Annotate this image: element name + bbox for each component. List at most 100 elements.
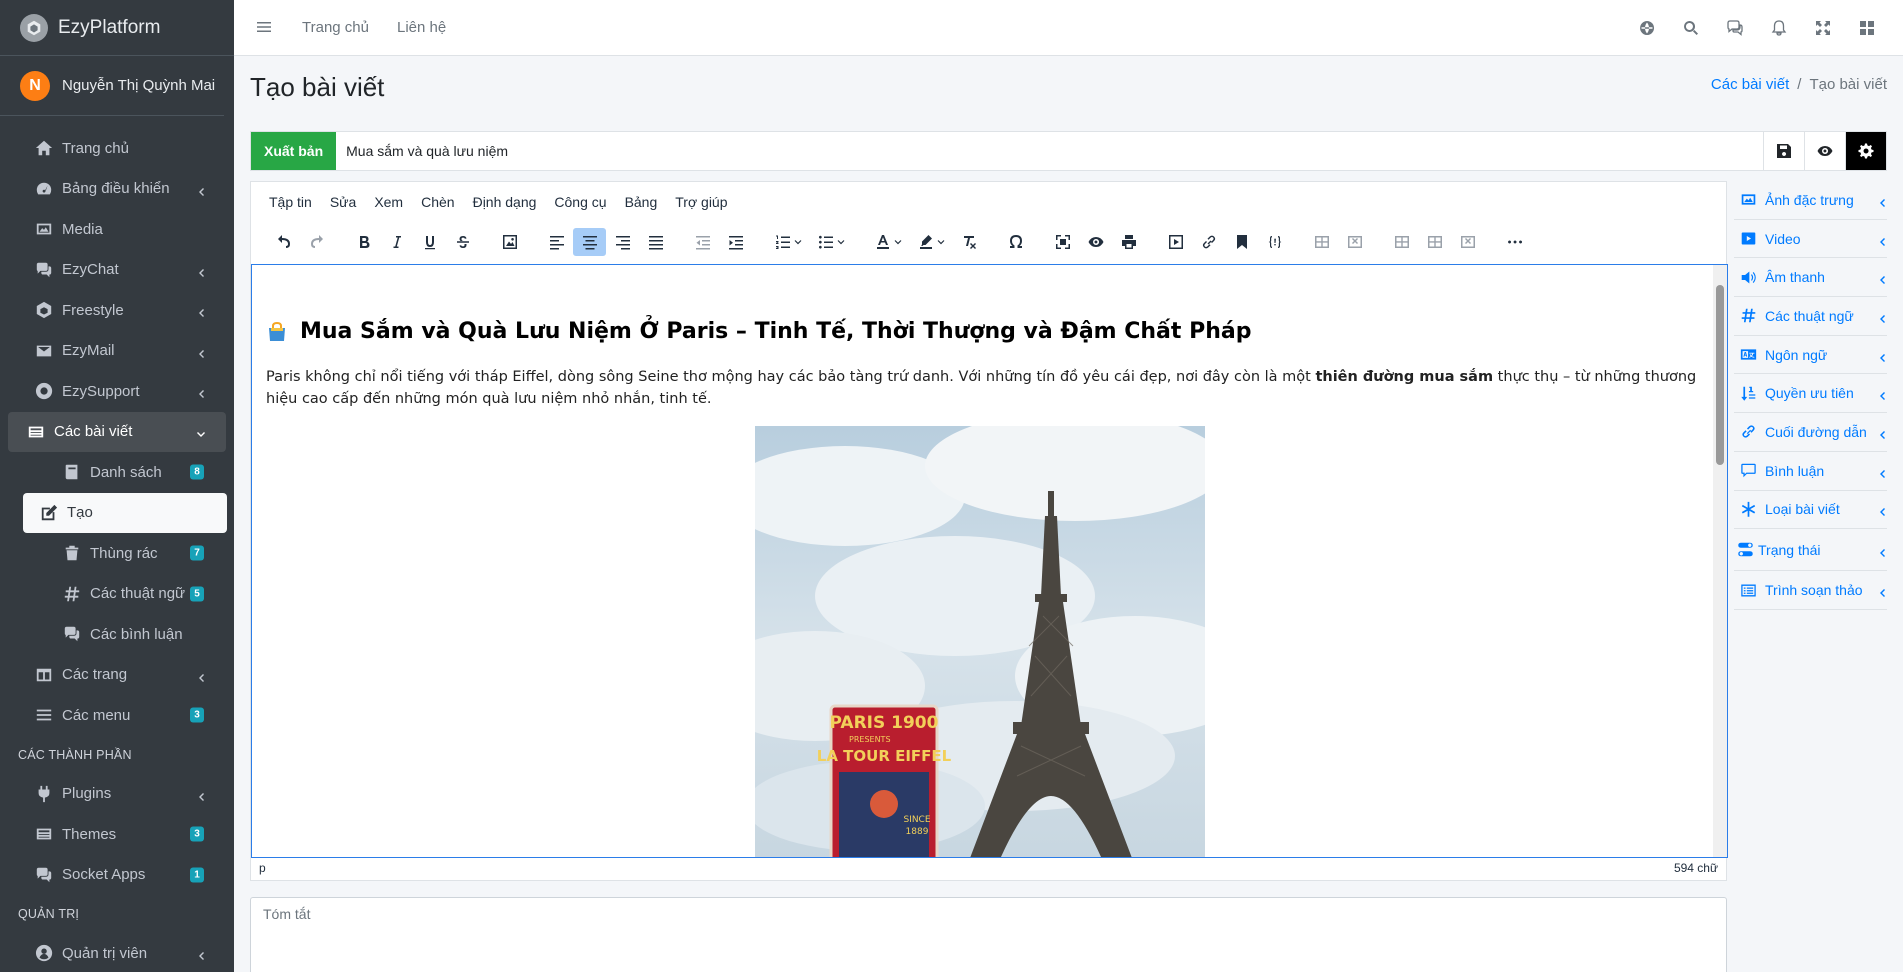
sidebar-item-dashboard[interactable]: Bảng điều khiển bbox=[8, 169, 226, 210]
sidebar-item-socket-apps[interactable]: Socket Apps 1 bbox=[8, 855, 226, 896]
apps-grid-icon[interactable] bbox=[1845, 20, 1889, 36]
user-panel[interactable]: N Nguyễn Thị Quỳnh Mai bbox=[0, 56, 224, 116]
table-delete-cell-icon[interactable] bbox=[1451, 228, 1484, 256]
align-center-icon[interactable] bbox=[573, 228, 606, 256]
print-icon[interactable] bbox=[1112, 228, 1145, 256]
fullscreen-icon[interactable] bbox=[1046, 228, 1079, 256]
topnav-home-link[interactable]: Trang chủ bbox=[302, 19, 369, 36]
sidebar-item-pages[interactable]: Các trang bbox=[8, 655, 226, 696]
align-right-icon[interactable] bbox=[606, 228, 639, 256]
settings-button[interactable] bbox=[1845, 132, 1886, 170]
align-left-icon[interactable] bbox=[540, 228, 573, 256]
word-count[interactable]: 594 chữ bbox=[1674, 861, 1718, 875]
link-icon[interactable] bbox=[1192, 228, 1225, 256]
sidebar-item-plugins[interactable]: Plugins bbox=[8, 774, 226, 815]
sidebar-item-label: Freestyle bbox=[62, 301, 124, 319]
option-video[interactable]: Video bbox=[1734, 220, 1887, 259]
menu-insert[interactable]: Chèn bbox=[421, 194, 454, 210]
bold-icon[interactable] bbox=[347, 228, 380, 256]
table-insert-column-icon[interactable] bbox=[1418, 228, 1451, 256]
option-editor[interactable]: Trình soạn thảo bbox=[1734, 571, 1887, 610]
option-comments[interactable]: Bình luận bbox=[1734, 452, 1887, 491]
option-slug[interactable]: Cuối đường dẫn bbox=[1734, 413, 1887, 452]
sidebar-item-ezymail[interactable]: EzyMail bbox=[8, 331, 226, 372]
option-audio[interactable]: Âm thanh bbox=[1734, 258, 1887, 298]
sidebar-item-terms[interactable]: Các thuật ngữ 5 bbox=[22, 574, 226, 615]
menu-toggle-icon[interactable] bbox=[256, 19, 274, 37]
underline-icon[interactable] bbox=[413, 228, 446, 256]
clear-formatting-icon[interactable] bbox=[952, 228, 985, 256]
sidebar-item-trash[interactable]: Thùng rác 7 bbox=[22, 533, 226, 574]
sidebar-item-ezysupport[interactable]: EzySupport bbox=[8, 371, 226, 412]
italic-icon[interactable] bbox=[380, 228, 413, 256]
brand-name: EzyPlatform bbox=[58, 16, 161, 38]
messages-icon[interactable] bbox=[1713, 20, 1757, 36]
option-priority[interactable]: Quyền ưu tiên bbox=[1734, 374, 1887, 414]
table-icon[interactable] bbox=[1305, 228, 1338, 256]
summary-textarea[interactable]: Tóm tắt bbox=[250, 897, 1727, 972]
brand[interactable]: EzyPlatform bbox=[0, 0, 234, 56]
delete-table-icon[interactable] bbox=[1338, 228, 1371, 256]
topnav-contact-link[interactable]: Liên hệ bbox=[397, 19, 446, 36]
undo-icon[interactable] bbox=[267, 228, 300, 256]
sidebar-item-post-list[interactable]: Danh sách 8 bbox=[22, 452, 226, 493]
sidebar-item-freestyle[interactable]: Freestyle bbox=[8, 290, 226, 331]
menu-format[interactable]: Định dạng bbox=[473, 194, 537, 210]
strikethrough-icon[interactable] bbox=[446, 228, 479, 256]
sidebar-item-home[interactable]: Trang chủ bbox=[8, 128, 226, 169]
bell-icon[interactable] bbox=[1757, 20, 1801, 36]
sidebar-item-create[interactable]: Tạo bbox=[23, 492, 227, 533]
sidebar-item-administrators[interactable]: Quản trị viên bbox=[8, 933, 226, 972]
publish-button[interactable]: Xuất bản bbox=[251, 132, 337, 170]
option-post-type[interactable]: Loại bài viết bbox=[1734, 491, 1887, 530]
preview-icon[interactable] bbox=[1079, 228, 1112, 256]
option-terms[interactable]: Các thuật ngữ bbox=[1734, 297, 1887, 336]
sidebar-item-label: Bảng điều khiển bbox=[62, 180, 170, 198]
menu-view[interactable]: Xem bbox=[374, 194, 403, 210]
numbered-list-icon[interactable] bbox=[766, 228, 809, 256]
post-title-input[interactable] bbox=[336, 132, 1763, 170]
table-insert-row-icon[interactable] bbox=[1385, 228, 1418, 256]
option-status[interactable]: Trạng thái bbox=[1734, 529, 1887, 572]
fullscreen-icon[interactable] bbox=[1801, 20, 1845, 36]
sidebar-item-label: Quản trị viên bbox=[62, 944, 148, 962]
save-button[interactable] bbox=[1763, 132, 1804, 170]
indent-icon[interactable] bbox=[719, 228, 752, 256]
insert-image-icon[interactable] bbox=[493, 228, 526, 256]
sidebar-item-comments[interactable]: Các bình luận bbox=[22, 614, 226, 655]
code-sample-icon[interactable] bbox=[1258, 228, 1291, 256]
insert-media-icon[interactable] bbox=[1159, 228, 1192, 256]
outdent-icon[interactable] bbox=[686, 228, 719, 256]
eiffel-tower-image[interactable]: PARIS 1900 PRESENTS LA TOUR EIFFEL SINCE… bbox=[755, 426, 1205, 858]
menu-edit[interactable]: Sửa bbox=[330, 194, 357, 210]
bullet-list-icon[interactable] bbox=[809, 228, 852, 256]
search-icon[interactable] bbox=[1669, 20, 1713, 36]
preview-button[interactable] bbox=[1804, 132, 1845, 170]
text-color-icon[interactable] bbox=[866, 228, 909, 256]
option-featured-image[interactable]: Ảnh đặc trưng bbox=[1734, 181, 1887, 220]
sidebar-item-media[interactable]: Media bbox=[8, 209, 226, 250]
special-character-icon[interactable] bbox=[999, 228, 1032, 256]
breadcrumb-parent-link[interactable]: Các bài viết bbox=[1711, 76, 1789, 93]
menu-help[interactable]: Trợ giúp bbox=[675, 194, 727, 210]
sidebar-item-posts[interactable]: Các bài viết bbox=[8, 411, 226, 452]
sidebar-item-themes[interactable]: Themes 3 bbox=[8, 814, 226, 855]
sidebar-item-menus[interactable]: Các menu 3 bbox=[8, 695, 226, 736]
highlight-color-icon[interactable] bbox=[909, 228, 952, 256]
option-language[interactable]: Ngôn ngữ bbox=[1734, 336, 1887, 375]
globe-icon[interactable] bbox=[1625, 20, 1669, 36]
sidebar-item-ezychat[interactable]: EzyChat bbox=[8, 250, 226, 291]
scrollbar-thumb[interactable] bbox=[1716, 285, 1724, 465]
chevron-left-icon bbox=[1877, 585, 1887, 598]
align-justify-icon[interactable] bbox=[639, 228, 672, 256]
menu-file[interactable]: Tập tin bbox=[269, 194, 312, 210]
editor-content-area[interactable]: Mua Sắm và Quà Lưu Niệm Ở Paris – Tinh T… bbox=[251, 264, 1728, 858]
element-path[interactable]: p bbox=[259, 861, 266, 875]
redo-icon[interactable] bbox=[300, 228, 333, 256]
more-icon[interactable] bbox=[1498, 228, 1531, 256]
menu-tools[interactable]: Công cụ bbox=[554, 194, 606, 210]
sidebar-item-label: Các menu bbox=[62, 706, 131, 724]
bookmark-icon[interactable] bbox=[1225, 228, 1258, 256]
menu-table[interactable]: Bảng bbox=[625, 194, 658, 210]
editor-scrollbar[interactable] bbox=[1713, 265, 1727, 857]
